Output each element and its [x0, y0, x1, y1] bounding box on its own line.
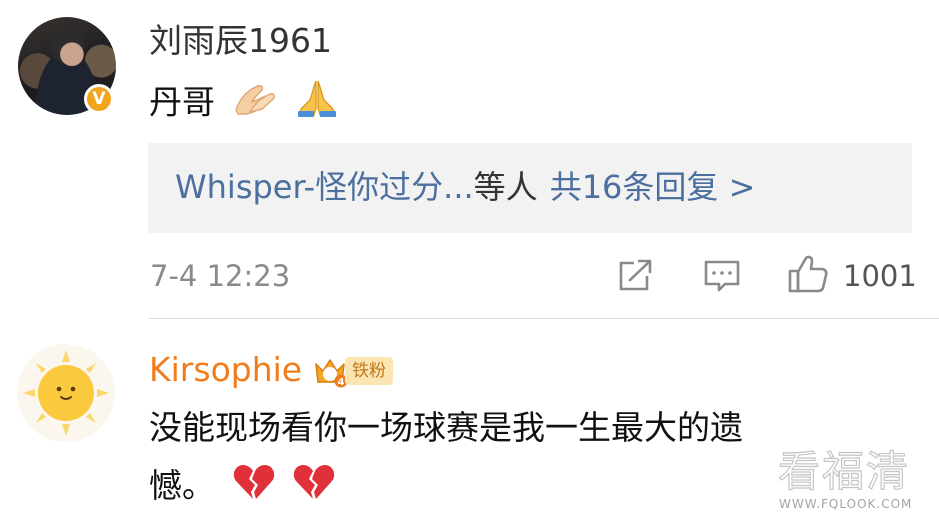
comment-text-body: 丹哥 — [149, 82, 215, 122]
broken-heart-icon — [292, 461, 336, 514]
verified-badge: V — [84, 84, 114, 114]
reply-users-link[interactable]: Whisper-怪你过分... — [175, 168, 474, 206]
comment-icon[interactable] — [703, 258, 741, 294]
share-icon[interactable] — [616, 258, 654, 294]
like-icon[interactable] — [787, 254, 829, 294]
avatar[interactable] — [17, 344, 115, 442]
fan-label: 铁粉 — [345, 357, 393, 385]
reply-others-label: 等人 — [473, 168, 538, 206]
comment-username[interactable]: 刘雨辰1961 — [149, 19, 332, 63]
comment-text-line: 没能现场看你一场球赛是我一生最大的遗 — [149, 408, 743, 447]
watermark-logo: 看福清 — [777, 446, 911, 496]
sun-icon — [23, 350, 109, 436]
praying-hands-icon — [294, 78, 340, 130]
comment-text-line: 憾。 — [149, 461, 336, 514]
fan-level-number: 4 — [338, 377, 345, 388]
watermark-url: WWW.FQLOOK.COM — [779, 497, 913, 511]
like-count: 1001 — [843, 259, 917, 293]
comment-text-body: 憾。 — [149, 466, 215, 505]
comment-divider — [148, 318, 939, 319]
broken-heart-icon — [232, 461, 276, 514]
hands-pressed-icon — [232, 78, 278, 130]
replies-summary[interactable]: Whisper-怪你过分...等人 共16条回复 > — [175, 163, 755, 211]
comment-timestamp: 7-4 12:23 — [150, 259, 291, 293]
comment-username[interactable]: Kirsophie — [149, 348, 302, 392]
reply-count-link[interactable]: 共16条回复 > — [550, 168, 756, 206]
comment-text: 丹哥 — [149, 78, 340, 130]
